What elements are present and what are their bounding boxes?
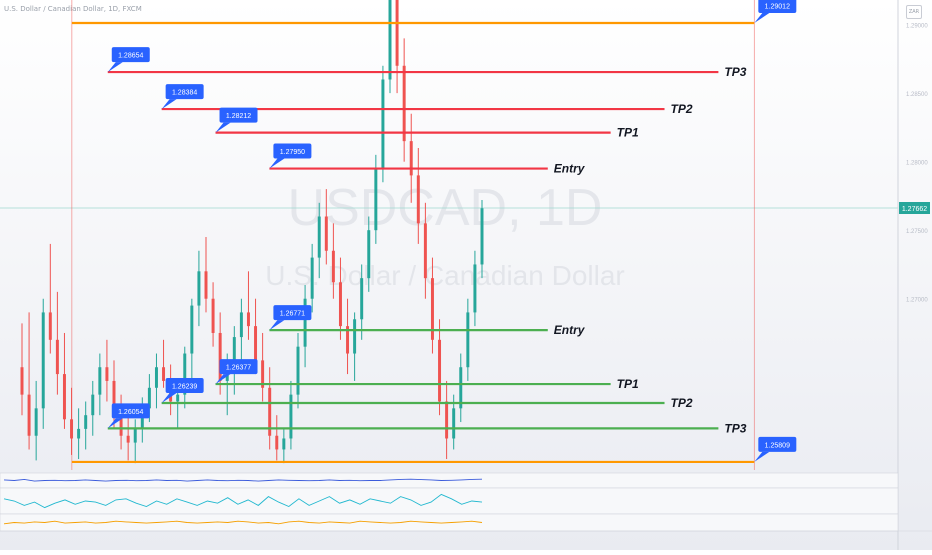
indicator-pane: [0, 487, 899, 515]
chart-root: USDCAD, 1D U.S. Dollar / Canadian Dollar…: [0, 0, 932, 550]
price-tag-text: 1.25809: [765, 442, 790, 449]
price-tag-text: 1.28384: [172, 90, 197, 97]
level-label: TP2: [671, 396, 693, 410]
candle-body: [381, 79, 385, 169]
candle-body: [388, 0, 392, 80]
candle-body: [338, 282, 342, 327]
candle-body: [296, 346, 300, 395]
candle-body: [360, 278, 364, 320]
candle-body: [48, 312, 52, 340]
chart-svg: USDCAD, 1D U.S. Dollar / Canadian Dollar…: [0, 0, 932, 550]
candle-body: [41, 312, 45, 409]
candle-body: [254, 326, 258, 361]
y-axis-tick-label: 1.27000: [906, 298, 928, 304]
price-tag-text: 1.28654: [118, 53, 143, 60]
candle-body: [197, 271, 201, 306]
candle-body: [353, 319, 357, 354]
candle-body: [289, 394, 293, 439]
candle-body: [105, 367, 109, 381]
candle-body: [395, 0, 399, 66]
candle-body: [204, 271, 208, 299]
candle-body: [275, 435, 279, 450]
candle-body: [246, 312, 250, 327]
candle-body: [416, 175, 420, 224]
candle-body: [126, 435, 130, 443]
level-label: Entry: [554, 162, 586, 176]
candle-body: [310, 257, 314, 299]
candle-body: [317, 216, 321, 258]
price-tag-text: 1.27950: [280, 149, 305, 156]
candle-body: [409, 141, 413, 176]
candle-body: [176, 394, 180, 402]
price-tag-text: 1.29012: [765, 4, 790, 11]
candle-body: [154, 367, 158, 388]
candle-body: [438, 339, 442, 402]
candle-body: [77, 428, 81, 439]
level-label: TP2: [671, 102, 693, 116]
price-tag-text: 1.26239: [172, 383, 197, 390]
candle-body: [91, 394, 95, 416]
candle-body: [367, 230, 371, 279]
candle-body: [84, 415, 88, 429]
candle-body: [55, 339, 59, 375]
y-axis-tick-label: 1.29000: [906, 24, 928, 30]
candle-body: [34, 408, 38, 436]
candle-body: [62, 374, 66, 420]
candle-body: [27, 394, 31, 436]
candle-body: [445, 401, 449, 439]
candle-body: [374, 168, 378, 231]
level-label: TP1: [617, 126, 639, 140]
candle-body: [98, 367, 102, 395]
candle-body: [239, 312, 243, 338]
currency-toggle-button[interactable]: ZAR: [906, 5, 922, 19]
price-tag-text: 1.26771: [280, 311, 305, 318]
price-tag-text: 1.26054: [118, 409, 143, 416]
candle-body: [473, 264, 477, 313]
candle-body: [20, 367, 24, 395]
level-label: TP3: [724, 65, 746, 79]
candle-body: [452, 408, 456, 439]
y-axis-tick-label: 1.28500: [906, 92, 928, 98]
candle-body: [466, 312, 470, 368]
candle-body: [402, 65, 406, 142]
candle-body: [423, 223, 427, 279]
level-label: TP3: [724, 421, 746, 435]
candle-body: [190, 305, 194, 354]
candle-body: [282, 438, 286, 450]
price-tag-text: 1.28212: [226, 113, 251, 120]
candle-body: [70, 419, 74, 439]
last-price-tag-text: 1.27662: [902, 206, 927, 213]
candle-body: [133, 428, 137, 443]
candle-body: [331, 250, 335, 283]
price-tag-text: 1.26377: [226, 365, 251, 372]
chart-header-title: U.S. Dollar / Canadian Dollar, 1D, FXCM: [4, 5, 142, 13]
candle-body: [162, 367, 166, 381]
y-axis-tick-label: 1.27500: [906, 229, 928, 235]
level-label: TP1: [617, 377, 639, 391]
candle-body: [324, 216, 328, 251]
level-label: Entry: [554, 323, 586, 337]
candle-body: [211, 298, 215, 333]
y-axis-tick-label: 1.28000: [906, 161, 928, 167]
candle-body: [480, 208, 484, 265]
